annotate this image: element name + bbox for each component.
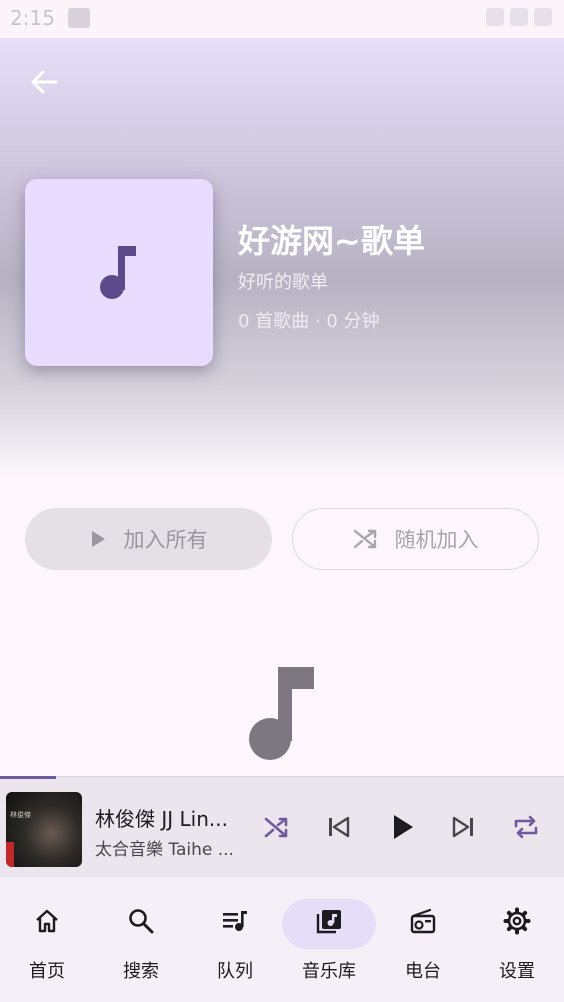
playlist-title: 好游网~歌单 [238, 222, 425, 260]
album-art[interactable]: 林俊傑 [6, 792, 82, 867]
shuffle-button[interactable] [259, 810, 293, 844]
nav-label-radio: 电台 [405, 961, 441, 982]
wifi-icon [486, 8, 504, 26]
play-icon [394, 815, 413, 839]
play-button[interactable] [385, 810, 419, 844]
notification-icon [68, 8, 90, 28]
nav-item-queue[interactable]: 队列 [188, 877, 282, 1002]
nav-item-library[interactable]: 音乐库 [282, 877, 376, 1002]
add-all-label: 加入所有 [123, 528, 208, 552]
add-all-button[interactable]: 加入所有 [25, 508, 272, 570]
status-icons [486, 8, 552, 26]
status-time: 2:15 [10, 6, 55, 30]
nav-item-search[interactable]: 搜索 [94, 877, 188, 1002]
album-art-accent [6, 842, 14, 867]
nav-label-search: 搜索 [123, 961, 159, 982]
library-icon [316, 910, 341, 934]
nav-label-library: 音乐库 [302, 961, 356, 982]
album-art-text: 林俊傑 [10, 811, 31, 819]
song-artist: 太合音樂 Taihe ... [95, 840, 234, 860]
playlist-description: 好听的歌单 [238, 272, 328, 293]
radio-icon [410, 908, 436, 934]
mini-player[interactable]: 林俊傑 林俊傑 JJ Lin... 太合音樂 Taihe ... [0, 776, 564, 877]
gear-icon [503, 907, 531, 935]
battery-icon [534, 8, 552, 26]
search-icon [129, 909, 154, 934]
signal-icon [510, 8, 528, 26]
skip-previous-icon [329, 816, 350, 838]
playback-progress[interactable] [0, 776, 57, 779]
shuffle-add-button[interactable]: 随机加入 [292, 508, 539, 570]
playlist-meta: 0 首歌曲 · 0 分钟 [238, 311, 380, 332]
shuffle-add-label: 随机加入 [394, 528, 479, 552]
shuffle-icon [264, 817, 288, 838]
play-icon [91, 531, 105, 547]
nav-item-radio[interactable]: 电台 [376, 877, 470, 1002]
arrow-left-icon [31, 70, 58, 94]
song-title: 林俊傑 JJ Lin... [95, 807, 228, 831]
empty-music-note-icon [249, 667, 314, 760]
bottom-navigation: 首页 搜索 队列 音乐库 电台 设置 [0, 877, 564, 1002]
repeat-icon [514, 815, 538, 839]
back-button[interactable] [24, 62, 64, 102]
previous-button[interactable] [321, 810, 355, 844]
status-bar: 2:15 [0, 0, 564, 38]
playlist-cover [25, 179, 213, 366]
home-icon [36, 909, 58, 933]
nav-item-home[interactable]: 首页 [0, 877, 94, 1002]
next-button[interactable] [447, 810, 481, 844]
nav-label-home: 首页 [29, 961, 65, 982]
queue-icon [223, 911, 247, 931]
nav-label-settings: 设置 [499, 961, 535, 982]
repeat-button[interactable] [509, 810, 543, 844]
skip-next-icon [452, 816, 473, 838]
music-note-icon [100, 245, 136, 299]
nav-item-settings[interactable]: 设置 [470, 877, 564, 1002]
nav-label-queue: 队列 [217, 961, 253, 982]
shuffle-icon [353, 529, 376, 549]
